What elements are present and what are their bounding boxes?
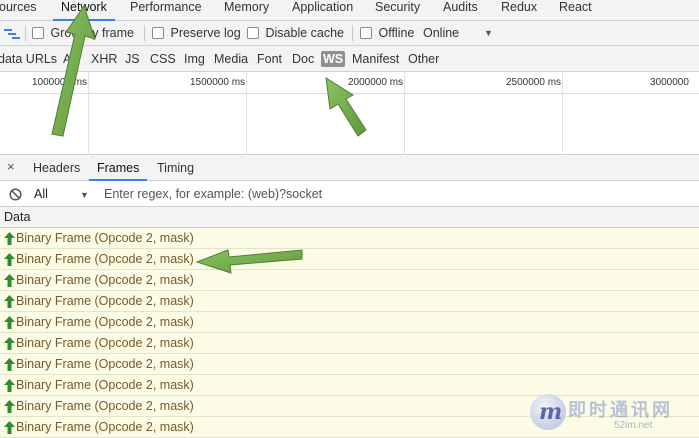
arrow-up-icon	[4, 232, 15, 245]
toolbar-divider	[352, 25, 353, 41]
tab-frames[interactable]: Frames	[88, 161, 148, 181]
filter-doc[interactable]: Doc	[292, 52, 314, 66]
frame-data-text: Binary Frame (Opcode 2, mask)	[16, 231, 194, 245]
frame-data-text: Binary Frame (Opcode 2, mask)	[16, 420, 194, 434]
timeline-gridline	[246, 72, 247, 155]
preserve-log-checkbox[interactable]	[152, 27, 164, 39]
arrow-up-icon	[4, 358, 15, 371]
offline-option[interactable]: Offline	[360, 26, 414, 41]
arrow-up-icon	[4, 295, 15, 308]
arrow-up-icon	[4, 337, 15, 350]
disable-cache-label: Disable cache	[265, 26, 344, 40]
filter-font[interactable]: Font	[257, 52, 282, 66]
tab-network[interactable]: Network	[53, 0, 115, 21]
frame-data-text: Binary Frame (Opcode 2, mask)	[16, 357, 194, 371]
offline-label: Offline	[378, 26, 415, 40]
disable-cache-option[interactable]: Disable cache	[247, 26, 344, 41]
arrow-up-icon	[4, 421, 15, 434]
frame-row[interactable]: Binary Frame (Opcode 2, mask)	[0, 354, 699, 375]
group-by-frame-label-start: Grou	[50, 26, 79, 40]
tab-application[interactable]: Application	[292, 0, 353, 21]
tab-timing[interactable]: Timing	[157, 161, 194, 175]
preserve-log-option[interactable]: Preserve log	[152, 26, 241, 41]
frame-row[interactable]: Binary Frame (Opcode 2, mask)	[0, 228, 699, 249]
tab-headers[interactable]: Headers	[33, 161, 80, 175]
frame-row[interactable]: Binary Frame (Opcode 2, mask)	[0, 291, 699, 312]
preserve-log-label: Preserve log	[170, 26, 241, 40]
frame-row[interactable]: Binary Frame (Opcode 2, mask)	[0, 249, 699, 270]
arrow-up-icon	[4, 400, 15, 413]
chevron-down-icon[interactable]: ▼	[484, 26, 493, 41]
filter-data-urls[interactable]: data URLs	[0, 52, 57, 66]
frame-data-text: Binary Frame (Opcode 2, mask)	[16, 294, 194, 308]
clear-block-icon[interactable]	[9, 188, 22, 201]
frame-row[interactable]: Binary Frame (Opcode 2, mask)	[0, 312, 699, 333]
filter-ws[interactable]: WS	[321, 51, 346, 67]
group-by-frame-checkbox[interactable]	[32, 27, 44, 39]
frame-data-text: Binary Frame (Opcode 2, mask)	[16, 336, 194, 350]
tab-performance[interactable]: Performance	[130, 0, 202, 21]
timeline-gridline	[404, 72, 405, 155]
request-detail-tabs: × Headers Frames Timing	[0, 155, 699, 181]
timeline-tick-label: 3000000	[650, 77, 689, 88]
tab-audits[interactable]: Audits	[443, 0, 478, 21]
frame-row[interactable]: Binary Frame (Opcode 2, mask)	[0, 270, 699, 291]
offline-checkbox[interactable]	[360, 27, 372, 39]
throttle-select[interactable]: Online	[423, 26, 459, 41]
filter-xhr[interactable]: XHR	[91, 52, 117, 66]
timeline-tick-label: 2000000 ms	[348, 77, 404, 88]
toolbar-divider	[25, 25, 26, 41]
frame-data-text: Binary Frame (Opcode 2, mask)	[16, 252, 194, 266]
filter-js[interactable]: JS	[125, 52, 140, 66]
timeline-gridline	[88, 72, 89, 155]
tab-sources[interactable]: ources	[0, 0, 37, 21]
devtools-tab-bar: ources Network Performance Memory Applic…	[0, 0, 699, 21]
filter-other[interactable]: Other	[408, 52, 439, 66]
filter-all[interactable]: Al	[63, 52, 74, 66]
watermark-url: 52im.net	[614, 420, 653, 431]
watermark-title: 即时通讯网	[568, 400, 673, 420]
arrow-up-icon	[4, 274, 15, 287]
network-toolbar: Grou y frame Preserve log Disable cache O…	[0, 21, 699, 46]
frame-data-text: Binary Frame (Opcode 2, mask)	[16, 378, 194, 392]
tab-security[interactable]: Security	[375, 0, 420, 21]
frame-row[interactable]: Binary Frame (Opcode 2, mask)	[0, 333, 699, 354]
frame-data-text: Binary Frame (Opcode 2, mask)	[16, 273, 194, 287]
filter-img[interactable]: Img	[184, 52, 205, 66]
frame-data-text: Binary Frame (Opcode 2, mask)	[16, 315, 194, 329]
toolbar-divider	[144, 25, 145, 41]
watermark: m 即时通讯网 52im.net	[528, 392, 696, 436]
watermark-logo-letter: m	[539, 399, 563, 425]
frames-column-header: Data	[0, 207, 699, 228]
filter-manifest[interactable]: Manifest	[352, 52, 399, 66]
group-by-frame-label-end: y frame	[92, 26, 134, 40]
filter-media[interactable]: Media	[214, 52, 248, 66]
arrow-up-icon	[4, 379, 15, 392]
waterfall-icon[interactable]	[4, 28, 20, 40]
arrow-up-icon	[4, 316, 15, 329]
close-icon[interactable]: ×	[7, 160, 15, 174]
chevron-down-icon[interactable]: ▼	[80, 188, 89, 202]
group-by-frame-option[interactable]: Grou y frame	[32, 26, 134, 41]
tab-react[interactable]: React	[559, 0, 592, 21]
timeline-overview[interactable]: 1000000 ms 1500000 ms 2000000 ms 2500000…	[0, 72, 699, 155]
throttle-value: Online	[423, 26, 460, 40]
resource-type-filter-bar: data URLs Al XHR JS CSS Img Media Font D…	[0, 46, 699, 72]
disable-cache-checkbox[interactable]	[247, 27, 259, 39]
frame-regex-input[interactable]: Enter regex, for example: (web)?socket	[104, 187, 322, 201]
frames-filter-bar: All ▼ Enter regex, for example: (web)?so…	[0, 181, 699, 207]
arrow-up-icon	[4, 253, 15, 266]
timeline-gridline	[562, 72, 563, 155]
data-column-label: Data	[4, 210, 31, 224]
frame-data-text: Binary Frame (Opcode 2, mask)	[16, 399, 194, 413]
timeline-tick-label: 1000000 ms	[32, 77, 88, 88]
timeline-tick-label: 1500000 ms	[190, 77, 246, 88]
tab-memory[interactable]: Memory	[224, 0, 269, 21]
tab-redux[interactable]: Redux	[501, 0, 537, 21]
timeline-tick-label: 2500000 ms	[506, 77, 562, 88]
frame-type-select[interactable]: All	[34, 187, 48, 201]
filter-css[interactable]: CSS	[150, 52, 176, 66]
